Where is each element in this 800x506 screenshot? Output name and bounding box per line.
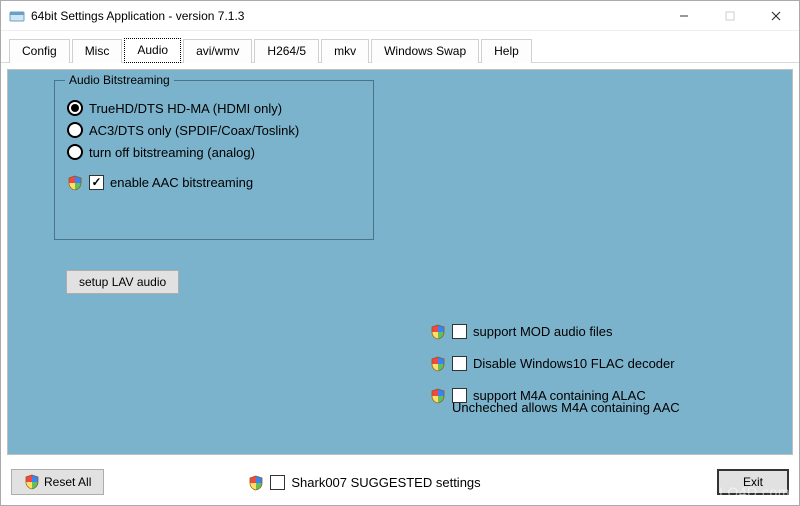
shield-icon (24, 474, 40, 490)
titlebar: 64bit Settings Application - version 7.1… (1, 1, 799, 31)
tabstrip: Config Misc Audio avi/wmv H264/5 mkv Win… (1, 31, 799, 63)
radio-turn-off-bitstreaming[interactable]: turn off bitstreaming (analog) (67, 141, 299, 163)
checkbox-label: Shark007 SUGGESTED settings (291, 475, 480, 490)
radio-indicator-icon (67, 144, 83, 160)
groupbox-audio-bitstreaming: Audio Bitstreaming TrueHD/DTS HD-MA (HDM… (54, 80, 374, 240)
radio-label: TrueHD/DTS HD-MA (HDMI only) (89, 101, 282, 116)
shield-icon (248, 474, 264, 490)
checkbox-shark007-suggested[interactable]: Shark007 SUGGESTED settings (248, 471, 480, 493)
tab-config[interactable]: Config (9, 39, 70, 63)
button-label: Reset All (44, 475, 91, 489)
tab-avi-wmv[interactable]: avi/wmv (183, 39, 252, 63)
bottom-bar: Reset All Shark007 SUGGESTED settings Ex… (1, 461, 799, 505)
radio-indicator-icon (67, 100, 83, 116)
exit-button[interactable]: Exit (717, 469, 789, 495)
checkbox-disable-win10-flac[interactable]: Disable Windows10 FLAC decoder (430, 352, 680, 374)
tab-misc[interactable]: Misc (72, 39, 123, 63)
tab-mkv[interactable]: mkv (321, 39, 369, 63)
radio-indicator-icon (67, 122, 83, 138)
reset-all-button[interactable]: Reset All (11, 469, 104, 495)
checkbox-support-mod-audio[interactable]: support MOD audio files (430, 320, 680, 342)
checkbox-label: enable AAC bitstreaming (110, 175, 253, 190)
app-icon (9, 8, 25, 24)
shield-icon (67, 174, 83, 190)
checkbox-indicator-icon (452, 356, 467, 371)
app-window: 64bit Settings Application - version 7.1… (0, 0, 800, 506)
tab-audio[interactable]: Audio (124, 38, 181, 63)
window-controls (661, 1, 799, 30)
shield-icon (430, 355, 446, 371)
setup-lav-audio-button[interactable]: setup LAV audio (66, 270, 179, 294)
tab-windows-swap[interactable]: Windows Swap (371, 39, 479, 63)
tab-panel-audio: Audio Bitstreaming TrueHD/DTS HD-MA (HDM… (7, 69, 793, 455)
groupbox-legend: Audio Bitstreaming (65, 73, 174, 87)
checkbox-indicator-icon (452, 324, 467, 339)
radio-ac3-dts-only[interactable]: AC3/DTS only (SPDIF/Coax/Toslink) (67, 119, 299, 141)
shield-icon (430, 387, 446, 403)
radio-label: AC3/DTS only (SPDIF/Coax/Toslink) (89, 123, 299, 138)
minimize-button[interactable] (661, 1, 707, 30)
checkbox-label: support MOD audio files (473, 324, 612, 339)
checkbox-enable-aac[interactable]: enable AAC bitstreaming (67, 171, 299, 193)
m4a-note: Uncheched allows M4A containing AAC (452, 400, 680, 415)
checkbox-indicator-icon (89, 175, 104, 190)
checkbox-label: Disable Windows10 FLAC decoder (473, 356, 675, 371)
button-label: setup LAV audio (79, 275, 166, 289)
tab-help[interactable]: Help (481, 39, 532, 63)
button-label: Exit (743, 475, 763, 489)
shield-icon (430, 323, 446, 339)
maximize-button[interactable] (707, 1, 753, 30)
radio-label: turn off bitstreaming (analog) (89, 145, 255, 160)
checkbox-indicator-icon (270, 475, 285, 490)
close-button[interactable] (753, 1, 799, 30)
tab-h264-5[interactable]: H264/5 (254, 39, 319, 63)
window-title: 64bit Settings Application - version 7.1… (31, 9, 661, 23)
right-options-group: support MOD audio files Disable Windows1… (430, 320, 680, 415)
radio-truehd-dts-hd-ma[interactable]: TrueHD/DTS HD-MA (HDMI only) (67, 97, 299, 119)
